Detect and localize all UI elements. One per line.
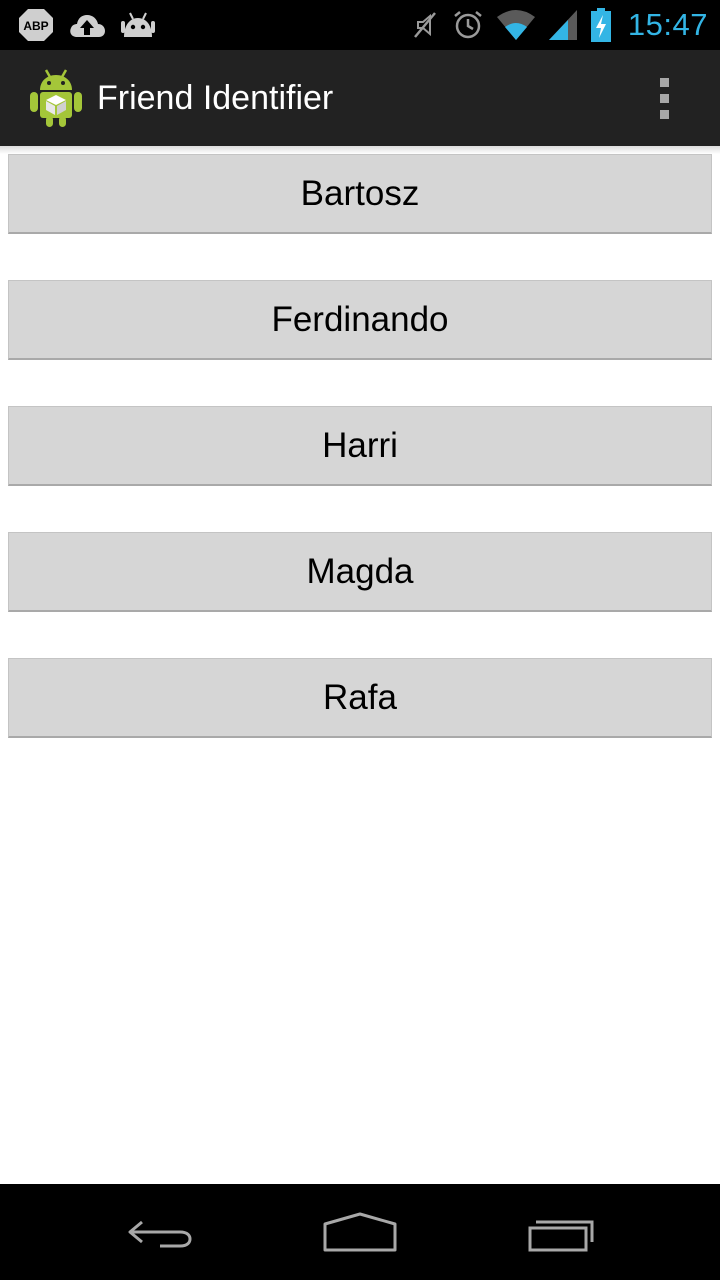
android-app-icon[interactable] (28, 68, 84, 128)
friend-button-rafa[interactable]: Rafa (8, 658, 712, 738)
recent-apps-icon[interactable] (522, 1208, 602, 1256)
status-bar: ABP 15:47 (0, 0, 720, 50)
battery-charging-icon (590, 8, 611, 42)
friend-button-magda[interactable]: Magda (8, 532, 712, 612)
home-icon[interactable] (320, 1208, 400, 1256)
friend-list: Bartosz Ferdinando Harri Magda Rafa (8, 154, 712, 784)
app-title: Friend Identifier (97, 79, 334, 117)
action-bar: Friend Identifier (0, 50, 720, 146)
notification-area: ABP (18, 8, 156, 42)
overflow-menu-button[interactable] (640, 68, 688, 128)
wifi-icon (496, 10, 535, 40)
overflow-menu-icon-dot (659, 93, 669, 103)
navigation-bar (0, 1184, 720, 1280)
cloud-upload-icon (70, 15, 105, 37)
back-icon[interactable] (120, 1208, 200, 1256)
friend-button-bartosz[interactable]: Bartosz (8, 154, 712, 234)
screen: ABP 15:47 Friend Identifier Bartosz Ferd… (0, 0, 720, 1280)
android-robot-icon (121, 12, 155, 37)
overflow-menu-icon (659, 77, 669, 87)
friend-button-harri[interactable]: Harri (8, 406, 712, 486)
system-status-area: 15:47 (410, 6, 708, 44)
signal-icon (548, 10, 577, 40)
abp-label: ABP (23, 19, 48, 33)
friend-button-ferdinando[interactable]: Ferdinando (8, 280, 712, 360)
adblock-plus-icon: ABP (19, 9, 53, 41)
alarm-icon (454, 11, 482, 39)
overflow-menu-icon-dot (659, 109, 669, 119)
status-clock: 15:47 (627, 7, 708, 42)
mute-icon (413, 12, 436, 38)
action-bar-shadow (0, 146, 720, 154)
